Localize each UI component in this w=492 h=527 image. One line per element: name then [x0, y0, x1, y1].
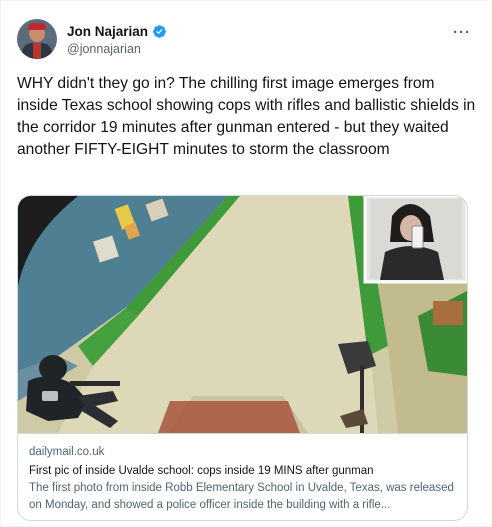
link-card-image[interactable] [18, 196, 467, 433]
author-info: Jon Najarian @jonnajarian [67, 24, 167, 56]
tweet[interactable]: Jon Najarian @jonnajarian ··· WHY didn't… [0, 0, 492, 527]
tweet-header: Jon Najarian @jonnajarian ··· [17, 15, 475, 63]
author-handle[interactable]: @jonnajarian [67, 42, 167, 56]
link-card-title: First pic of inside Uvalde school: cops … [29, 465, 374, 477]
verified-badge-icon [152, 24, 167, 39]
link-card-domain: dailymail.co.uk [29, 446, 105, 458]
tweet-text: WHY didn't they go in? The chilling firs… [17, 75, 476, 158]
avatar[interactable] [17, 19, 57, 59]
link-card[interactable]: dailymail.co.uk First pic of inside Uval… [17, 195, 468, 521]
link-card-description: The first photo from inside Robb Element… [29, 482, 454, 511]
more-horizontal-icon[interactable]: ··· [453, 25, 471, 40]
link-card-meta: dailymail.co.uk First pic of inside Uval… [18, 433, 467, 514]
author-display-name[interactable]: Jon Najarian [67, 24, 148, 39]
